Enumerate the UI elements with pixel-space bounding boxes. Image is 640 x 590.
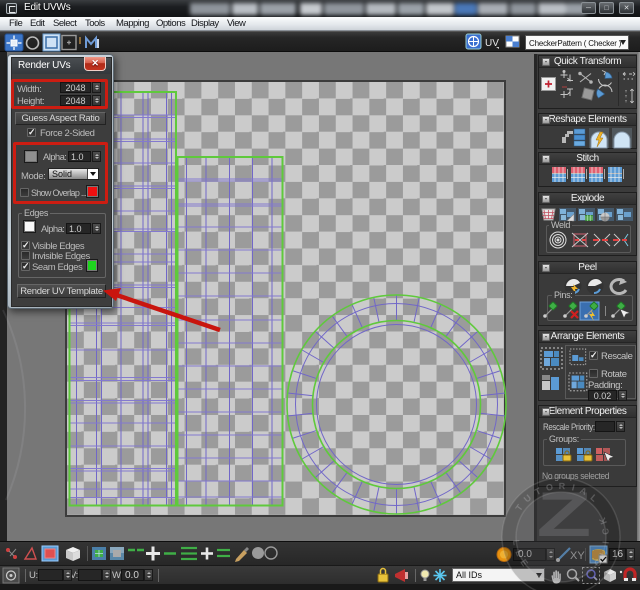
svg-text:XY: XY xyxy=(570,550,585,562)
